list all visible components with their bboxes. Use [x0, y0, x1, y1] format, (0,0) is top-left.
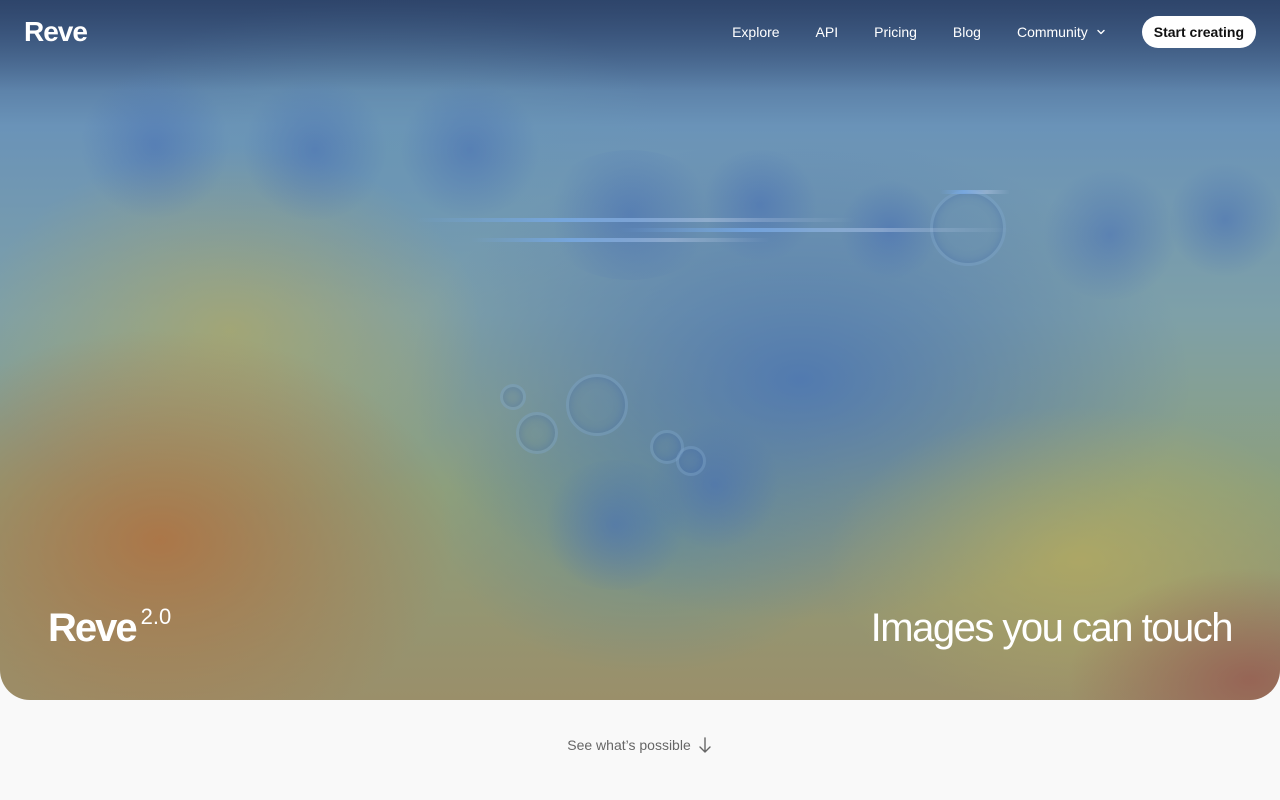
hero-streak — [415, 218, 855, 222]
nav-explore[interactable]: Explore — [732, 24, 779, 40]
chevron-down-icon — [1097, 29, 1105, 35]
hero-blob — [1040, 170, 1180, 300]
hero-tagline: Images you can touch — [870, 606, 1234, 650]
hero-brand: Reve 2.0 — [48, 604, 171, 652]
nav-community[interactable]: Community — [1017, 24, 1106, 40]
hero-ring — [566, 374, 628, 436]
hero-blob — [540, 150, 720, 280]
see-more-link[interactable]: See what’s possible — [0, 736, 1280, 754]
nav-community-label: Community — [1016, 24, 1088, 40]
arrow-down-icon — [699, 737, 711, 753]
hero-ring — [676, 446, 706, 476]
hero-brand-version: 2.0 — [140, 604, 172, 629]
nav-api-label: API — [815, 24, 839, 40]
hero-blob — [700, 150, 820, 260]
hero-blob — [80, 70, 230, 220]
hero-streak — [940, 190, 1010, 194]
hero-blob — [240, 80, 390, 220]
hero-brand-name: Reve — [48, 606, 138, 650]
hero-ring — [516, 412, 558, 454]
nav-pricing-label: Pricing — [874, 24, 917, 40]
nav-api[interactable]: API — [816, 24, 839, 40]
hero-banner: Reve Explore API Pricing Blog Community … — [0, 0, 1280, 700]
hero-blob — [1170, 160, 1280, 280]
start-creating-button[interactable]: Start creating — [1141, 16, 1256, 48]
hero-streak — [470, 238, 770, 242]
site-logo[interactable]: Reve — [24, 16, 88, 48]
nav-blog-label: Blog — [952, 24, 981, 40]
hero-ring — [500, 384, 526, 410]
nav-blog[interactable]: Blog — [953, 24, 981, 40]
hero-blob — [400, 80, 540, 220]
hero-streak — [620, 228, 1010, 232]
see-more-label: See what’s possible — [567, 737, 691, 753]
nav-pricing[interactable]: Pricing — [874, 24, 917, 40]
main-nav: Explore API Pricing Blog Community Start… — [732, 16, 1256, 48]
nav-explore-label: Explore — [732, 24, 780, 40]
